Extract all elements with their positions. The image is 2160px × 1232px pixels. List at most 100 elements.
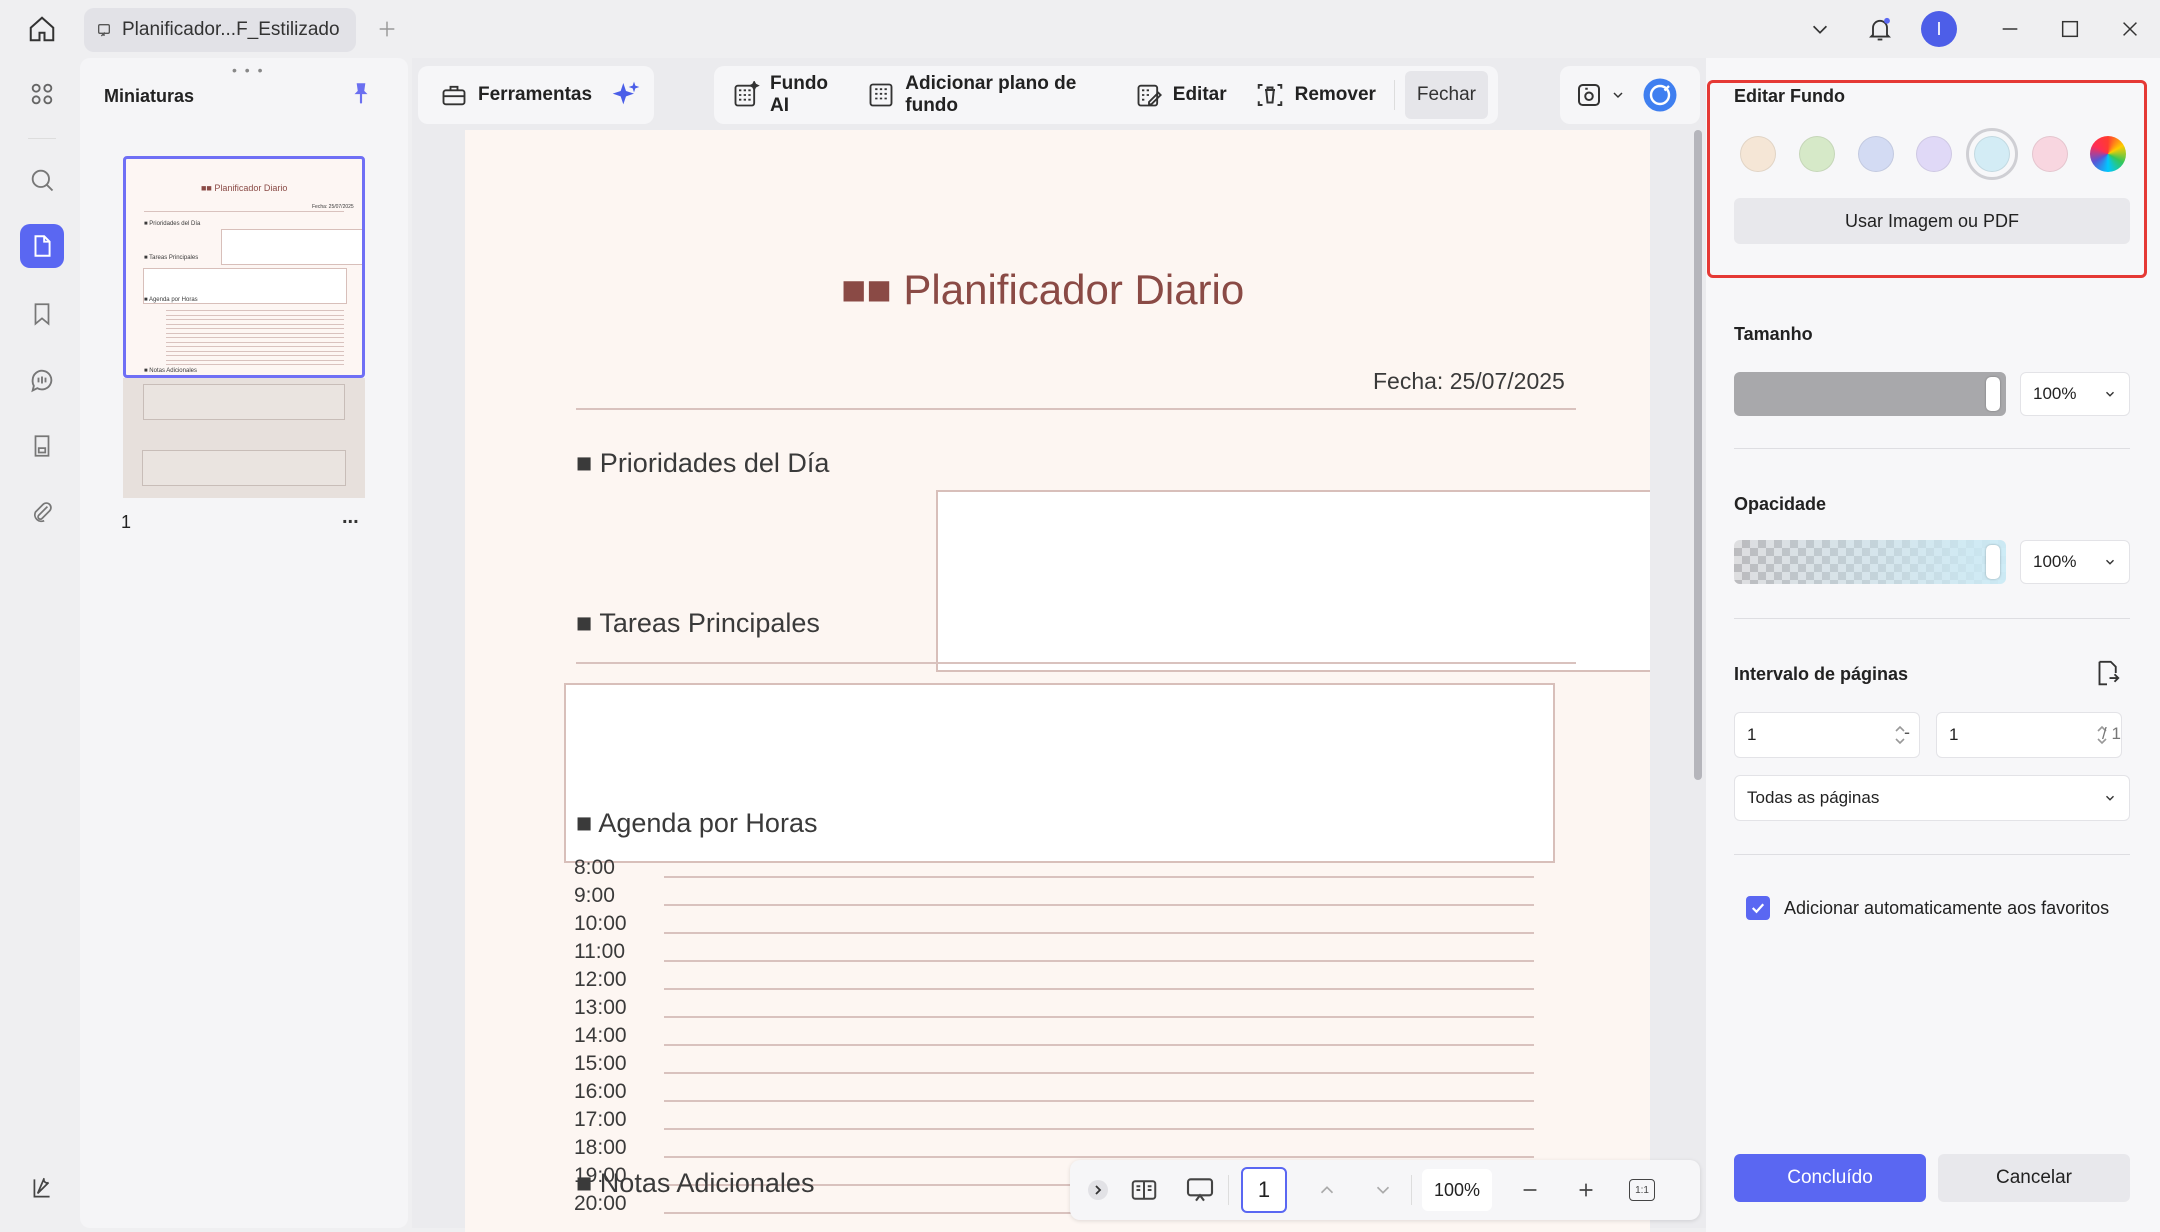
opacity-slider[interactable] — [1734, 540, 2006, 584]
color-swatch[interactable] — [1740, 136, 1776, 172]
ai-sparkle-icon[interactable] — [610, 79, 642, 111]
layers-icon[interactable] — [20, 1166, 64, 1210]
priorities-box — [936, 490, 1650, 672]
hour-line — [664, 1128, 1534, 1130]
pages-dropdown-value: Todas as páginas — [1747, 788, 1880, 807]
screenshot-icon[interactable] — [1574, 80, 1604, 110]
bell-icon[interactable] — [1860, 9, 1900, 49]
expand-chevron-icon[interactable] — [1080, 1168, 1116, 1212]
screenshot-dropdown-icon[interactable] — [1610, 87, 1626, 103]
thumbnail-hour-line — [166, 337, 344, 338]
prev-page-icon[interactable] — [1299, 1168, 1355, 1212]
auto-favorites-checkbox[interactable] — [1746, 896, 1770, 920]
grid-icon[interactable] — [20, 72, 64, 116]
close-toolbar-button[interactable]: Fechar — [1404, 71, 1488, 119]
done-button[interactable]: Concluído — [1734, 1154, 1926, 1202]
thumbnail-page-number: 1 — [121, 512, 132, 532]
search-icon[interactable] — [20, 158, 64, 202]
cancel-button[interactable]: Cancelar — [1938, 1154, 2130, 1202]
thumbnail-hour-line — [166, 310, 344, 311]
comment-icon[interactable] — [20, 358, 64, 402]
attachment-icon[interactable] — [20, 490, 64, 534]
document-date: Fecha: 25/07/2025 — [1373, 368, 1565, 394]
chevron-down-icon — [2103, 387, 2117, 401]
size-slider[interactable] — [1734, 372, 2006, 416]
thumbnail-hour-line — [166, 314, 344, 316]
reading-mode-icon[interactable] — [1116, 1168, 1172, 1212]
color-swatch[interactable] — [1799, 136, 1835, 172]
remove-button[interactable]: Remover — [1247, 73, 1384, 117]
hour-label: 9:00 — [574, 884, 615, 907]
document-tab-title: Planificador...F_Estilizado — [122, 19, 340, 40]
thumbnail-hour-line — [166, 346, 344, 347]
bookmark-icon[interactable] — [20, 292, 64, 336]
thumbnail-hour-line — [166, 350, 344, 352]
thumbnail-title: ■■ Planificador Diario — [201, 183, 288, 193]
presentation-icon[interactable] — [1172, 1168, 1228, 1212]
hour-label: 17:00 — [574, 1108, 627, 1131]
section-agenda: ■ Agenda por Horas — [576, 808, 818, 838]
color-swatch[interactable] — [1858, 136, 1894, 172]
pin-icon[interactable] — [348, 80, 374, 106]
avatar[interactable]: I — [1921, 11, 1957, 47]
use-image-button[interactable]: Usar Imagem ou PDF — [1734, 198, 2130, 244]
chevron-down-icon[interactable] — [1800, 9, 1840, 49]
document-scrollbar[interactable] — [1694, 130, 1702, 780]
panel-resize-handle[interactable]: • • • — [232, 62, 264, 78]
new-tab-icon[interactable] — [367, 9, 407, 49]
left-rail — [0, 58, 80, 1232]
thumbnail-hour-line — [166, 319, 344, 320]
divider — [1734, 618, 2130, 619]
zoom-in-icon[interactable] — [1558, 1168, 1614, 1212]
actual-size-icon[interactable]: 1:1 — [1614, 1168, 1670, 1212]
view-tools-group — [1560, 66, 1700, 124]
zoom-out-icon[interactable] — [1502, 1168, 1558, 1212]
remove-background-icon — [1255, 80, 1285, 110]
size-slider-thumb[interactable] — [1986, 377, 2000, 411]
background-toolbar: Fundo AI Adicionar plano de fundo Editar… — [714, 66, 1498, 124]
opacity-slider-thumb[interactable] — [1986, 545, 2000, 579]
fundo-ai-button[interactable]: Fundo AI — [724, 73, 847, 117]
document-title: ■■ Planificador Diario — [841, 266, 1245, 313]
hour-line — [664, 1016, 1534, 1018]
range-from-input[interactable]: 1 — [1734, 712, 1920, 758]
home-icon[interactable] — [22, 9, 62, 49]
hour-line — [664, 932, 1534, 934]
zoom-level[interactable]: 100% — [1422, 1169, 1493, 1211]
form-icon[interactable] — [20, 424, 64, 468]
document-tab[interactable]: Planificador...F_Estilizado — [84, 8, 356, 52]
pages-dropdown[interactable]: Todas as páginas — [1734, 775, 2130, 821]
color-swatch[interactable] — [1916, 136, 1952, 172]
edit-button[interactable]: Editar — [1127, 73, 1235, 117]
add-background-button[interactable]: Adicionar plano de fundo — [859, 73, 1115, 117]
close-icon[interactable] — [2110, 9, 2150, 49]
thumbnail-hour-line — [166, 341, 344, 343]
hour-label: 10:00 — [574, 912, 627, 935]
page-number-input[interactable]: 1 — [1241, 1167, 1287, 1213]
next-page-icon[interactable] — [1355, 1168, 1411, 1212]
chevron-down-icon — [2103, 791, 2117, 805]
tools-button[interactable]: Ferramentas — [432, 73, 600, 117]
opacity-dropdown[interactable]: 100% — [2020, 540, 2130, 584]
hour-label: 8:00 — [574, 856, 615, 879]
thumbnail-hour-line — [166, 323, 344, 325]
thumbnail-hour-line — [166, 355, 344, 356]
ai-background-icon — [732, 81, 760, 109]
minimize-icon[interactable] — [1990, 9, 2030, 49]
auto-favorites-label: Adicionar automaticamente aos favoritos — [1784, 898, 2110, 918]
remove-label: Remover — [1294, 84, 1376, 105]
thumbnail-hour-line — [166, 359, 344, 361]
color-swatch[interactable] — [2032, 136, 2068, 172]
thumbnail-section: ■ Prioridades del Día — [144, 221, 201, 227]
range-to-input[interactable]: 1 — [1936, 712, 2122, 758]
ai-assistant-icon[interactable] — [1642, 77, 1678, 113]
page-range-settings-icon[interactable] — [2092, 658, 2122, 688]
hour-label: 14:00 — [574, 1024, 627, 1047]
pages-icon[interactable] — [20, 224, 64, 268]
page-thumbnail[interactable]: ■■ Planificador Diario Fecha: 25/07/2025… — [123, 156, 365, 378]
custom-color-swatch[interactable] — [2090, 136, 2126, 172]
thumbnail-more-icon[interactable]: ... — [342, 506, 359, 529]
size-dropdown[interactable]: 100% — [2020, 372, 2130, 416]
edit-background-icon — [1135, 81, 1163, 109]
maximize-icon[interactable] — [2050, 9, 2090, 49]
